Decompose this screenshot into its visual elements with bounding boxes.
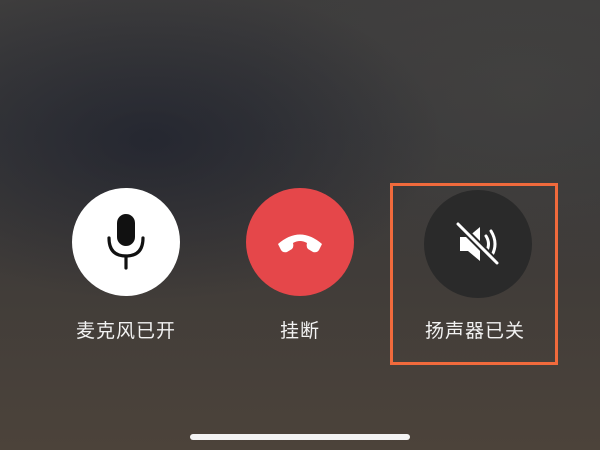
phone-hangup-icon <box>278 234 322 253</box>
microphone-label: 麦克风已开 <box>75 320 176 342</box>
hangup-label: 挂断 <box>279 320 320 342</box>
hangup-circle[interactable] <box>246 188 354 296</box>
speaker-label: 扬声器已关 <box>424 320 525 342</box>
microphone-button[interactable]: 麦克风已开 <box>46 188 206 348</box>
home-indicator[interactable] <box>190 434 410 440</box>
hangup-button[interactable]: 挂断 <box>220 188 380 348</box>
call-controls: 麦克风已开 挂断 扬声器已关 <box>0 188 600 348</box>
speaker-muted-icon <box>454 220 501 267</box>
speaker-button[interactable]: 扬声器已关 <box>395 188 555 348</box>
speaker-circle[interactable] <box>424 190 532 298</box>
microphone-circle[interactable] <box>72 188 180 296</box>
microphone-icon <box>107 214 145 270</box>
